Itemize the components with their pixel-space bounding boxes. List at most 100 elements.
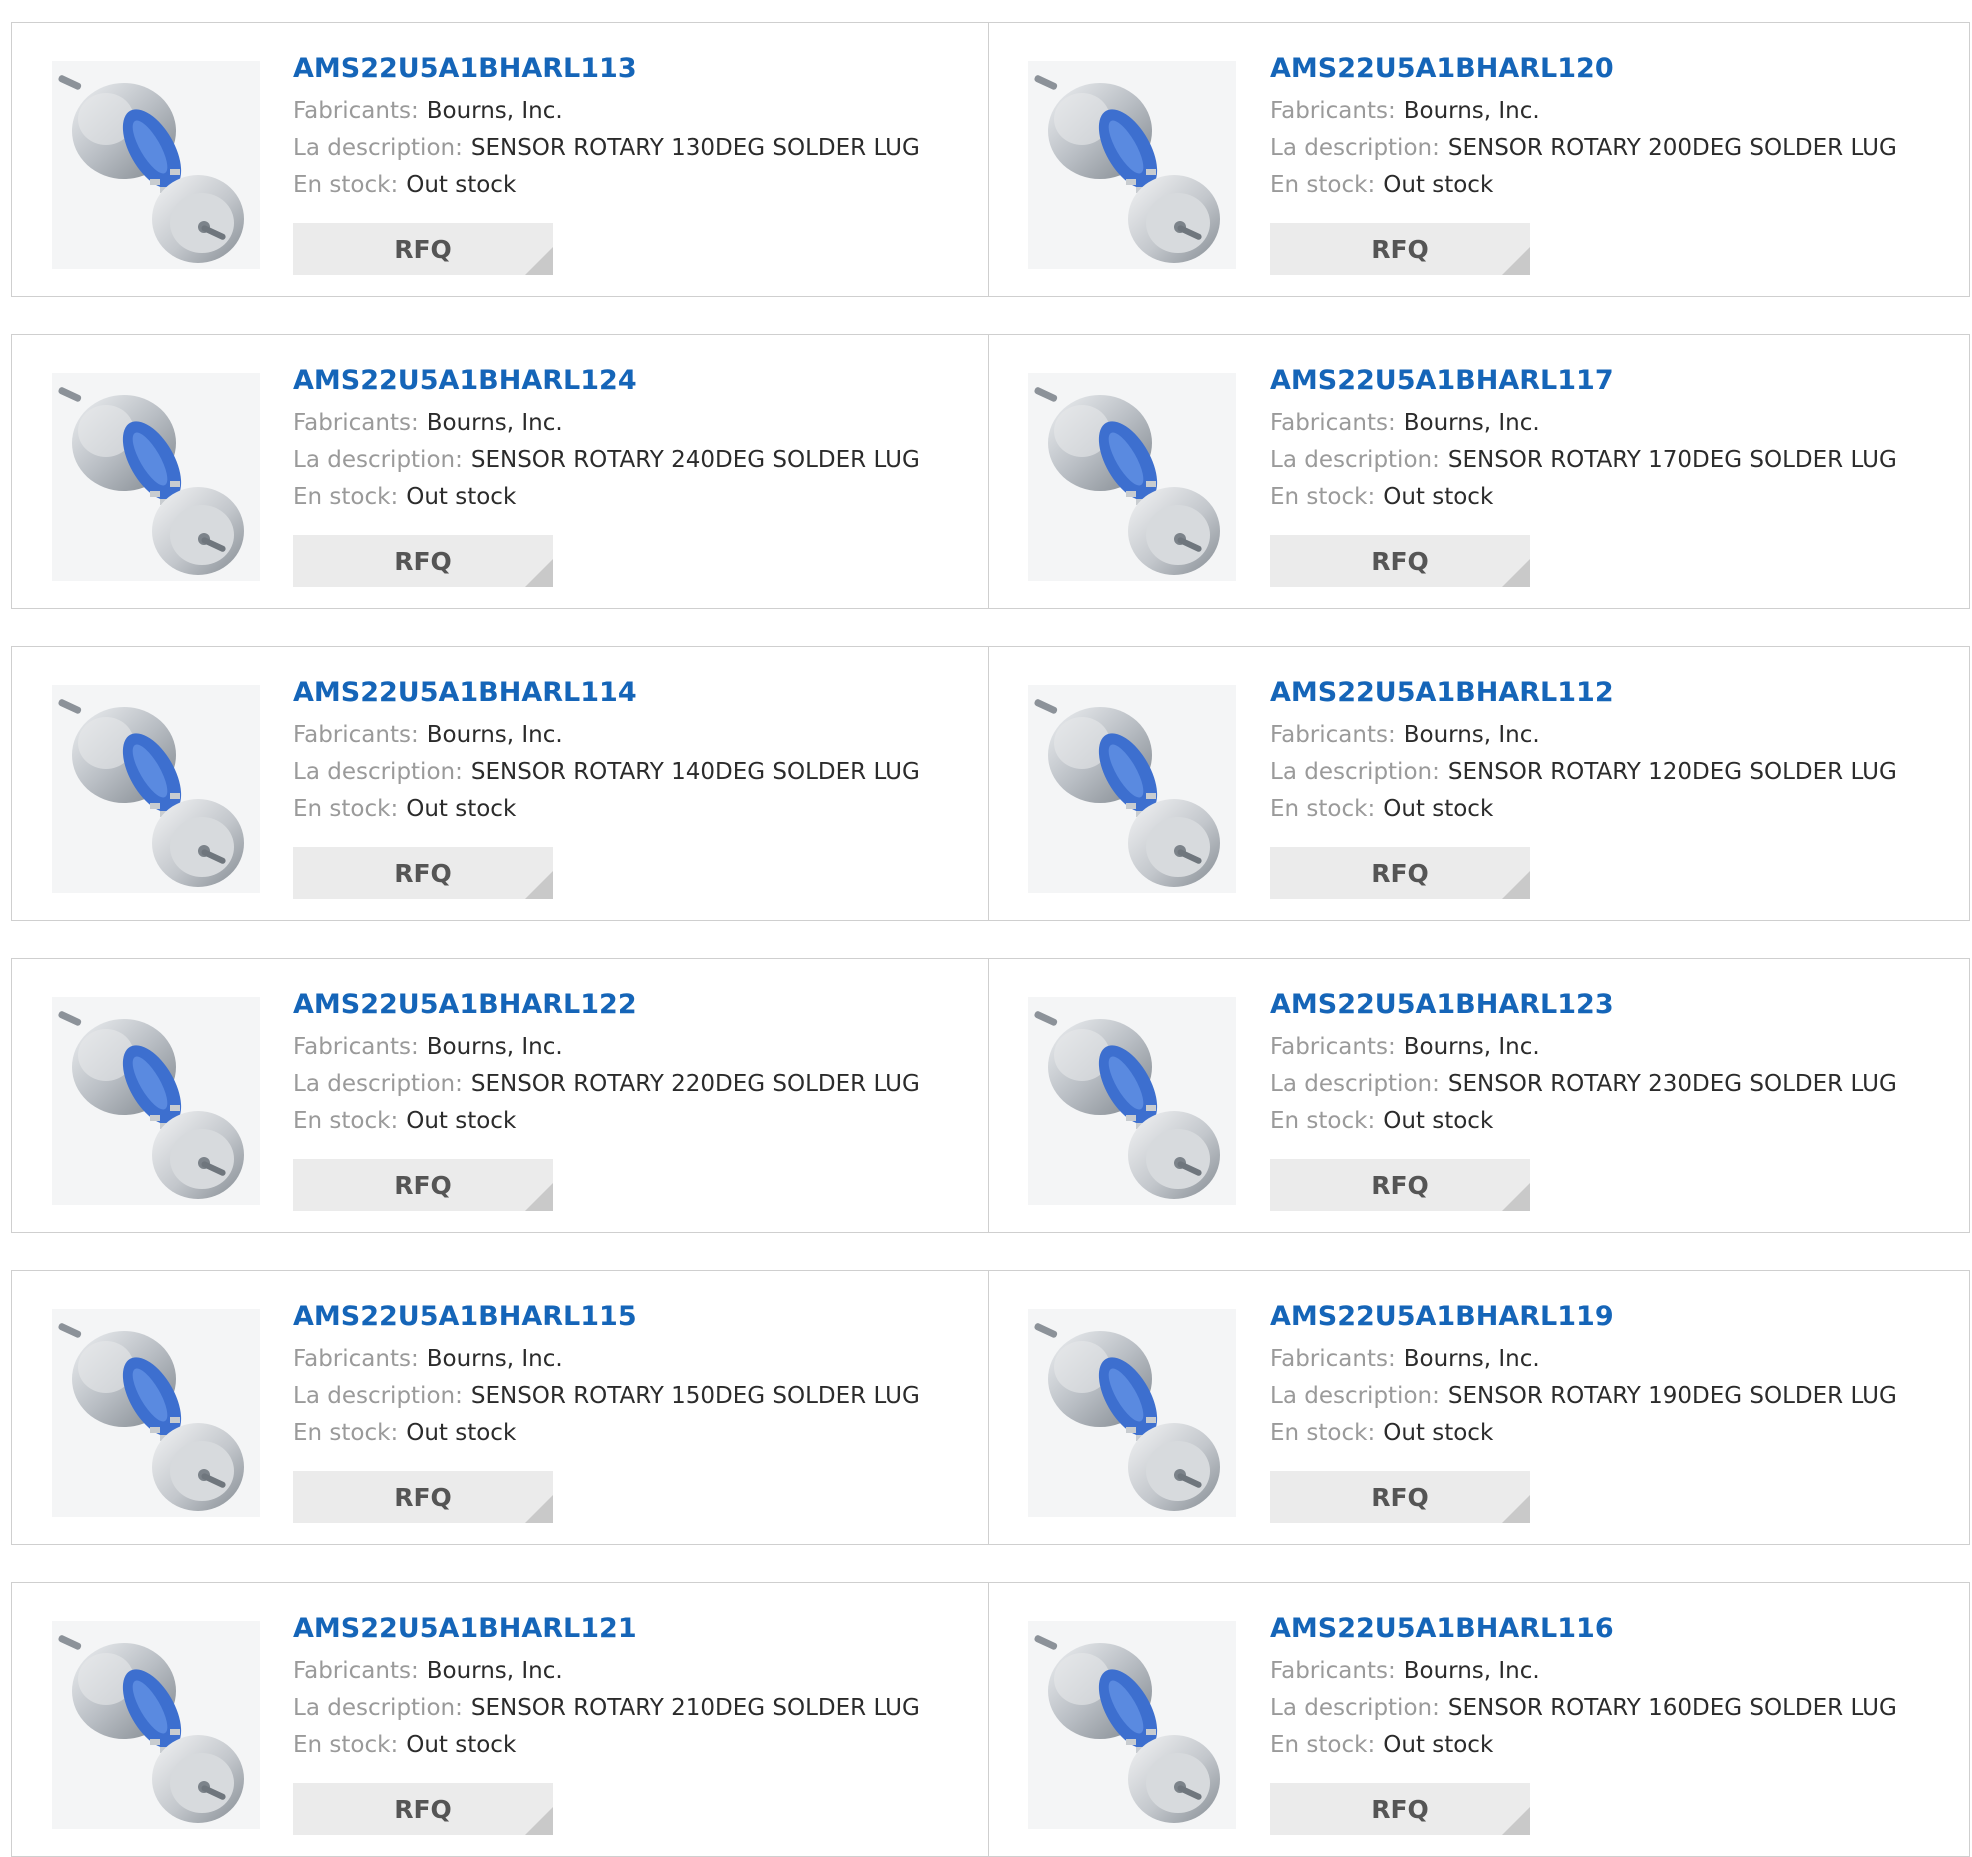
description-value: SENSOR ROTARY 170DEG SOLDER LUG bbox=[1447, 447, 1897, 473]
part-number-link[interactable]: AMS22U5A1BHARL113 bbox=[293, 53, 978, 93]
stock-label: En stock: bbox=[293, 484, 399, 510]
corner-triangle-icon bbox=[525, 1183, 553, 1211]
rfq-button[interactable]: RFQ bbox=[293, 1783, 553, 1835]
description-row: La description: SENSOR ROTARY 220DEG SOLD… bbox=[293, 1066, 978, 1103]
stock-value: Out stock bbox=[1383, 1732, 1494, 1758]
rfq-label: RFQ bbox=[394, 234, 452, 264]
corner-triangle-icon bbox=[1502, 247, 1530, 275]
rfq-button[interactable]: RFQ bbox=[1270, 223, 1530, 275]
stock-label: En stock: bbox=[1270, 172, 1376, 198]
manufacturer-label: Fabricants: bbox=[293, 410, 419, 436]
product-grid: AMS22U5A1BHARL113 Fabricants: Bourns, Inc… bbox=[11, 22, 1970, 1857]
description-value: SENSOR ROTARY 130DEG SOLDER LUG bbox=[470, 135, 920, 161]
rotary-sensor-image[interactable] bbox=[1028, 685, 1236, 893]
rfq-button[interactable]: RFQ bbox=[293, 535, 553, 587]
description-row: La description: SENSOR ROTARY 210DEG SOLD… bbox=[293, 1690, 978, 1727]
rotary-sensor-image[interactable] bbox=[52, 1309, 260, 1517]
product-card: AMS22U5A1BHARL112 Fabricants: Bourns, Inc… bbox=[989, 646, 1970, 921]
rotary-sensor-image[interactable] bbox=[52, 373, 260, 581]
rotary-sensor-image[interactable] bbox=[52, 685, 260, 893]
part-number-link[interactable]: AMS22U5A1BHARL123 bbox=[1270, 989, 1959, 1029]
rfq-button[interactable]: RFQ bbox=[1270, 847, 1530, 899]
stock-label: En stock: bbox=[293, 1420, 399, 1446]
manufacturer-label: Fabricants: bbox=[293, 722, 419, 748]
rfq-button[interactable]: RFQ bbox=[293, 847, 553, 899]
rotary-sensor-image[interactable] bbox=[52, 61, 260, 269]
rfq-button[interactable]: RFQ bbox=[1270, 1471, 1530, 1523]
stock-row: En stock: Out stock bbox=[1270, 791, 1959, 828]
product-card: AMS22U5A1BHARL117 Fabricants: Bourns, Inc… bbox=[989, 334, 1970, 609]
description-label: La description: bbox=[1270, 1071, 1440, 1097]
stock-value: Out stock bbox=[406, 172, 517, 198]
rfq-label: RFQ bbox=[394, 1482, 452, 1512]
manufacturer-label: Fabricants: bbox=[1270, 1658, 1396, 1684]
rotary-sensor-image[interactable] bbox=[52, 1621, 260, 1829]
manufacturer-value: Bourns, Inc. bbox=[426, 98, 563, 124]
manufacturer-value: Bourns, Inc. bbox=[1403, 98, 1540, 124]
rotary-sensor-image[interactable] bbox=[1028, 373, 1236, 581]
part-number-link[interactable]: AMS22U5A1BHARL124 bbox=[293, 365, 978, 405]
manufacturer-value: Bourns, Inc. bbox=[1403, 1346, 1540, 1372]
manufacturer-row: Fabricants: Bourns, Inc. bbox=[1270, 93, 1959, 130]
product-card: AMS22U5A1BHARL116 Fabricants: Bourns, Inc… bbox=[989, 1582, 1970, 1857]
part-number-link[interactable]: AMS22U5A1BHARL121 bbox=[293, 1613, 978, 1653]
corner-triangle-icon bbox=[1502, 871, 1530, 899]
rotary-sensor-image[interactable] bbox=[52, 997, 260, 1205]
corner-triangle-icon bbox=[525, 247, 553, 275]
stock-value: Out stock bbox=[1383, 796, 1494, 822]
rfq-button[interactable]: RFQ bbox=[1270, 1783, 1530, 1835]
rotary-sensor-image[interactable] bbox=[1028, 997, 1236, 1205]
stock-value: Out stock bbox=[406, 484, 517, 510]
part-number-link[interactable]: AMS22U5A1BHARL122 bbox=[293, 989, 978, 1029]
part-number-link[interactable]: AMS22U5A1BHARL119 bbox=[1270, 1301, 1959, 1341]
stock-value: Out stock bbox=[406, 1108, 517, 1134]
stock-label: En stock: bbox=[293, 172, 399, 198]
part-number-link[interactable]: AMS22U5A1BHARL116 bbox=[1270, 1613, 1959, 1653]
rotary-sensor-image[interactable] bbox=[1028, 1309, 1236, 1517]
description-row: La description: SENSOR ROTARY 190DEG SOLD… bbox=[1270, 1378, 1959, 1415]
part-number-link[interactable]: AMS22U5A1BHARL117 bbox=[1270, 365, 1959, 405]
rotary-sensor-image[interactable] bbox=[1028, 61, 1236, 269]
description-label: La description: bbox=[1270, 1695, 1440, 1721]
manufacturer-label: Fabricants: bbox=[1270, 410, 1396, 436]
product-card: AMS22U5A1BHARL122 Fabricants: Bourns, Inc… bbox=[11, 958, 989, 1233]
corner-triangle-icon bbox=[525, 1807, 553, 1835]
manufacturer-row: Fabricants: Bourns, Inc. bbox=[1270, 1341, 1959, 1378]
manufacturer-label: Fabricants: bbox=[1270, 1034, 1396, 1060]
product-card: AMS22U5A1BHARL121 Fabricants: Bourns, Inc… bbox=[11, 1582, 989, 1857]
description-label: La description: bbox=[293, 759, 463, 785]
corner-triangle-icon bbox=[1502, 1495, 1530, 1523]
description-value: SENSOR ROTARY 140DEG SOLDER LUG bbox=[470, 759, 920, 785]
description-row: La description: SENSOR ROTARY 160DEG SOLD… bbox=[1270, 1690, 1959, 1727]
manufacturer-row: Fabricants: Bourns, Inc. bbox=[293, 1653, 978, 1690]
product-card: AMS22U5A1BHARL123 Fabricants: Bourns, Inc… bbox=[989, 958, 1970, 1233]
corner-triangle-icon bbox=[1502, 1183, 1530, 1211]
description-label: La description: bbox=[293, 447, 463, 473]
manufacturer-row: Fabricants: Bourns, Inc. bbox=[293, 1029, 978, 1066]
rfq-label: RFQ bbox=[1371, 546, 1429, 576]
part-number-link[interactable]: AMS22U5A1BHARL114 bbox=[293, 677, 978, 717]
stock-row: En stock: Out stock bbox=[293, 1415, 978, 1452]
rfq-button[interactable]: RFQ bbox=[293, 1159, 553, 1211]
rfq-button[interactable]: RFQ bbox=[293, 223, 553, 275]
stock-row: En stock: Out stock bbox=[293, 791, 978, 828]
product-card: AMS22U5A1BHARL115 Fabricants: Bourns, Inc… bbox=[11, 1270, 989, 1545]
description-row: La description: SENSOR ROTARY 200DEG SOLD… bbox=[1270, 130, 1959, 167]
description-row: La description: SENSOR ROTARY 230DEG SOLD… bbox=[1270, 1066, 1959, 1103]
stock-value: Out stock bbox=[1383, 1108, 1494, 1134]
rfq-button[interactable]: RFQ bbox=[1270, 1159, 1530, 1211]
manufacturer-value: Bourns, Inc. bbox=[1403, 1034, 1540, 1060]
description-row: La description: SENSOR ROTARY 240DEG SOLD… bbox=[293, 442, 978, 479]
rfq-button[interactable]: RFQ bbox=[1270, 535, 1530, 587]
manufacturer-value: Bourns, Inc. bbox=[426, 410, 563, 436]
stock-row: En stock: Out stock bbox=[293, 167, 978, 204]
manufacturer-label: Fabricants: bbox=[1270, 722, 1396, 748]
rotary-sensor-image[interactable] bbox=[1028, 1621, 1236, 1829]
rfq-button[interactable]: RFQ bbox=[293, 1471, 553, 1523]
part-number-link[interactable]: AMS22U5A1BHARL112 bbox=[1270, 677, 1959, 717]
product-card: AMS22U5A1BHARL114 Fabricants: Bourns, Inc… bbox=[11, 646, 989, 921]
description-row: La description: SENSOR ROTARY 150DEG SOLD… bbox=[293, 1378, 978, 1415]
part-number-link[interactable]: AMS22U5A1BHARL120 bbox=[1270, 53, 1959, 93]
stock-label: En stock: bbox=[293, 796, 399, 822]
part-number-link[interactable]: AMS22U5A1BHARL115 bbox=[293, 1301, 978, 1341]
